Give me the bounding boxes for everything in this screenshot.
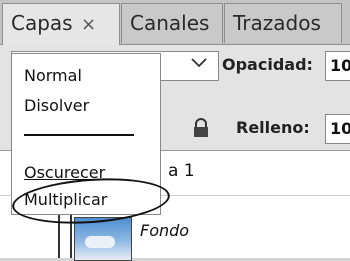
- tab-capas-label: Capas: [11, 11, 73, 35]
- close-icon[interactable]: ×: [81, 14, 96, 35]
- opacity-label: Opacidad:: [222, 55, 313, 74]
- menu-item-disolver[interactable]: Disolver: [24, 96, 89, 115]
- menu-item-oscurecer[interactable]: Oscurecer: [24, 163, 105, 182]
- chevron-down-icon[interactable]: [185, 51, 213, 75]
- blend-mode-menu: Normal Disolver Oscurecer Multiplicar: [11, 53, 161, 215]
- layer-name: Fondo: [140, 221, 190, 240]
- fill-label: Relleno:: [236, 118, 310, 137]
- layer-name: a 1: [168, 161, 195, 181]
- tab-canales-label: Canales: [130, 11, 210, 35]
- opacity-field[interactable]: 10: [325, 51, 350, 81]
- menu-item-normal[interactable]: Normal: [24, 66, 82, 85]
- tab-capas[interactable]: Capas ×: [2, 3, 120, 45]
- tab-trazados-label: Trazados: [233, 11, 321, 35]
- layer-thumbnail: [74, 217, 132, 261]
- tab-trazados[interactable]: Trazados: [224, 3, 342, 43]
- tab-canales[interactable]: Canales: [121, 3, 223, 43]
- fill-field[interactable]: 10: [325, 114, 350, 144]
- menu-separator: [24, 134, 134, 136]
- cloud-shape: [85, 236, 115, 248]
- panel-tab-bar: Capas × Canales Trazados: [0, 0, 350, 45]
- menu-item-multiplicar[interactable]: Multiplicar: [24, 190, 107, 209]
- lock-icon[interactable]: [192, 118, 210, 142]
